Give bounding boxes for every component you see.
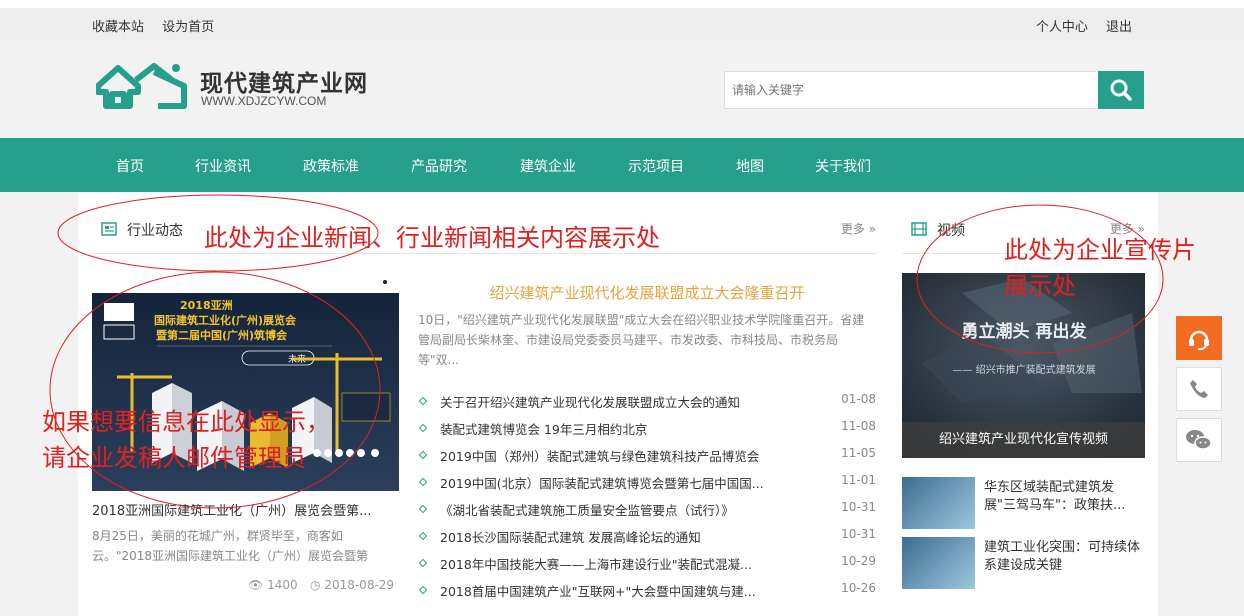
headline-title[interactable]: 绍兴建筑产业现代化发展联盟成立大会隆重召开 <box>420 282 874 303</box>
news-list-item[interactable]: 2018年中国技能大赛——上海市建设行业"装配式混凝... 10-29 <box>418 554 876 580</box>
news-list-item[interactable]: 2019中国(北京）国际装配式建筑博览会暨第七届中国国... 11-01 <box>418 473 876 499</box>
news-title[interactable]: 2018长沙国际装配式建筑 发展高峰论坛的通知 <box>440 527 810 546</box>
news-more-link[interactable]: 更多 » <box>841 220 876 237</box>
news-list-item[interactable]: 装配式建筑博览会 19年三月相约北京 11-08 <box>418 419 876 445</box>
news-date: 11-05 <box>841 446 876 460</box>
news-title[interactable]: 2018首届中国建筑产业"互联网+"大会暨中国建筑与建... <box>440 581 810 600</box>
news-date: 10-31 <box>841 527 876 541</box>
wechat-button[interactable] <box>1176 418 1222 462</box>
bullet-icon <box>418 423 428 433</box>
nav-item-home[interactable]: 首页 <box>116 156 144 176</box>
bullet-icon <box>418 396 428 406</box>
news-date: 11-01 <box>841 473 876 487</box>
search-input[interactable] <box>724 71 1100 109</box>
bullet-icon <box>418 504 428 514</box>
site-logo[interactable]: 现代建筑产业网 WWW.XDJZCYW.COM <box>96 62 396 112</box>
news-list-item[interactable]: 2018首届中国建筑产业"互联网+"大会暨中国建筑与建... 10-26 <box>418 581 876 607</box>
feature-date-value: 2018-08-29 <box>324 578 395 592</box>
nav-item-policy[interactable]: 政策标准 <box>303 156 359 176</box>
logout-link[interactable]: 退出 <box>1106 20 1132 35</box>
news-date: 11-08 <box>841 419 876 433</box>
logo-house-icon <box>96 63 187 109</box>
headline-desc: 10日，"绍兴建筑产业现代化发展联盟"成立大会在绍兴职业技术学院隆重召开。省建管… <box>418 313 865 367</box>
poster-line-2: 国际建筑工业化(广州)展览会 <box>154 313 297 327</box>
nav-item-products[interactable]: 产品研究 <box>411 156 467 176</box>
news-title[interactable]: 2019中国(北京）国际装配式建筑博览会暨第七届中国国... <box>440 473 810 492</box>
film-icon <box>911 222 927 236</box>
news-date: 10-26 <box>841 581 876 595</box>
video-caption[interactable]: 绍兴建筑产业现代化宣传视频 <box>902 422 1145 458</box>
news-list-item[interactable]: 2019中国（郑州）装配式建筑与绿色建筑科技产品博览会 11-05 <box>418 446 876 472</box>
bullet-icon <box>418 477 428 487</box>
headset-icon <box>1189 330 1209 351</box>
clock-icon: ◷ <box>310 578 321 592</box>
news-date: 10-31 <box>841 500 876 514</box>
feature-caption[interactable]: 2018亚洲国际建筑工业化（广州）展览会暨第... <box>92 500 402 519</box>
bullet-icon <box>418 585 428 595</box>
search-icon <box>1110 79 1132 101</box>
bullet-icon <box>418 531 428 541</box>
nav-item-map[interactable]: 地图 <box>736 156 764 176</box>
video-overlay-sub: —— 绍兴市推广装配式建筑发展 <box>952 363 1095 376</box>
news-date: 01-08 <box>841 392 876 406</box>
bullet-icon <box>418 450 428 460</box>
set-home-link[interactable]: 设为首页 <box>162 20 214 35</box>
wechat-icon <box>1186 430 1212 450</box>
video-section-title: 视频 <box>937 223 965 239</box>
logo-url: WWW.XDJZCYW.COM <box>201 94 327 108</box>
search-box <box>724 71 1144 109</box>
news-date: 10-29 <box>841 554 876 568</box>
annotation-video-note-1: 此处为企业宣传片 <box>1004 236 1196 264</box>
poster-line-3: 暨第二届中国(广州)筑博会 <box>156 328 288 342</box>
video-thumb[interactable] <box>902 477 975 529</box>
feature-views-count: 1400 <box>267 578 298 592</box>
feature-desc: 8月25日，美丽的花城广州，群贤毕至，商客如云。"2018亚洲国际建筑工业化（广… <box>92 529 369 563</box>
phone-icon <box>1190 380 1208 398</box>
video-list-item[interactable]: 建筑工业化突围：可持续体系建设成关键 <box>902 537 1152 589</box>
news-list-item[interactable]: 《湖北省装配式建筑施工质量安全监管要点（试行）》 10-31 <box>418 500 876 526</box>
search-button[interactable] <box>1098 71 1144 109</box>
feature-views: 👁 1400 <box>248 578 298 592</box>
news-title[interactable]: 关于召开绍兴建筑产业现代化发展联盟成立大会的通知 <box>440 392 810 411</box>
news-title[interactable]: 《湖北省装配式建筑施工质量安全监管要点（试行）》 <box>440 500 810 519</box>
site-header: 现代建筑产业网 WWW.XDJZCYW.COM <box>0 40 1244 138</box>
nav-item-industry-news[interactable]: 行业资讯 <box>195 156 251 176</box>
customer-service-button[interactable] <box>1176 316 1222 360</box>
news-section-title: 行业动态 <box>127 223 183 239</box>
eye-icon: 👁 <box>248 578 264 592</box>
top-bar: 收藏本站 设为首页 个人中心 退出 <box>0 8 1244 40</box>
user-center-link[interactable]: 个人中心 <box>1036 20 1088 35</box>
bookmark-link[interactable]: 收藏本站 <box>92 20 144 35</box>
news-title[interactable]: 2019中国（郑州）装配式建筑与绿色建筑科技产品博览会 <box>440 446 810 465</box>
news-list-item[interactable]: 2018长沙国际装配式建筑 发展高峰论坛的通知 10-31 <box>418 527 876 553</box>
video-item-title[interactable]: 华东区域装配式建筑发展"三驾马车"：政策扶... <box>984 479 1144 515</box>
news-list-item[interactable]: 关于召开绍兴建筑产业现代化发展联盟成立大会的通知 01-08 <box>418 392 876 418</box>
video-overlay-text: 勇立潮头 再出发 <box>962 321 1088 342</box>
video-thumb[interactable] <box>902 537 975 589</box>
newspaper-icon <box>101 222 117 236</box>
annotation-feature-note-1: 如果想要信息在此处显示， <box>42 408 330 436</box>
news-title[interactable]: 装配式建筑博览会 19年三月相约北京 <box>440 419 810 438</box>
logo-title: 现代建筑产业网 <box>200 71 368 97</box>
video-item-title[interactable]: 建筑工业化突围：可持续体系建设成关键 <box>984 539 1144 575</box>
feature-date: ◷ 2018-08-29 <box>310 578 394 592</box>
nav-item-companies[interactable]: 建筑企业 <box>520 156 576 176</box>
main-nav: 首页 行业资讯 政策标准 产品研究 建筑企业 示范项目 地图 关于我们 <box>0 138 1244 192</box>
bullet-icon <box>418 558 428 568</box>
video-list-item[interactable]: 华东区域装配式建筑发展"三驾马车"：政策扶... <box>902 477 1152 529</box>
poster-line-1: 2018亚洲 <box>180 299 233 312</box>
phone-button[interactable] <box>1176 367 1222 411</box>
nav-item-projects[interactable]: 示范项目 <box>628 156 684 176</box>
top-strip <box>0 0 1244 8</box>
annotation-news-note: 此处为企业新闻、行业新闻相关内容展示处 <box>204 224 660 252</box>
nav-item-about[interactable]: 关于我们 <box>815 156 871 176</box>
annotation-video-note-2: 展示处 <box>1004 272 1076 300</box>
news-title[interactable]: 2018年中国技能大赛——上海市建设行业"装配式混凝... <box>440 554 810 573</box>
annotation-feature-note-2: 请企业发稿人邮件管理员 <box>42 444 306 472</box>
